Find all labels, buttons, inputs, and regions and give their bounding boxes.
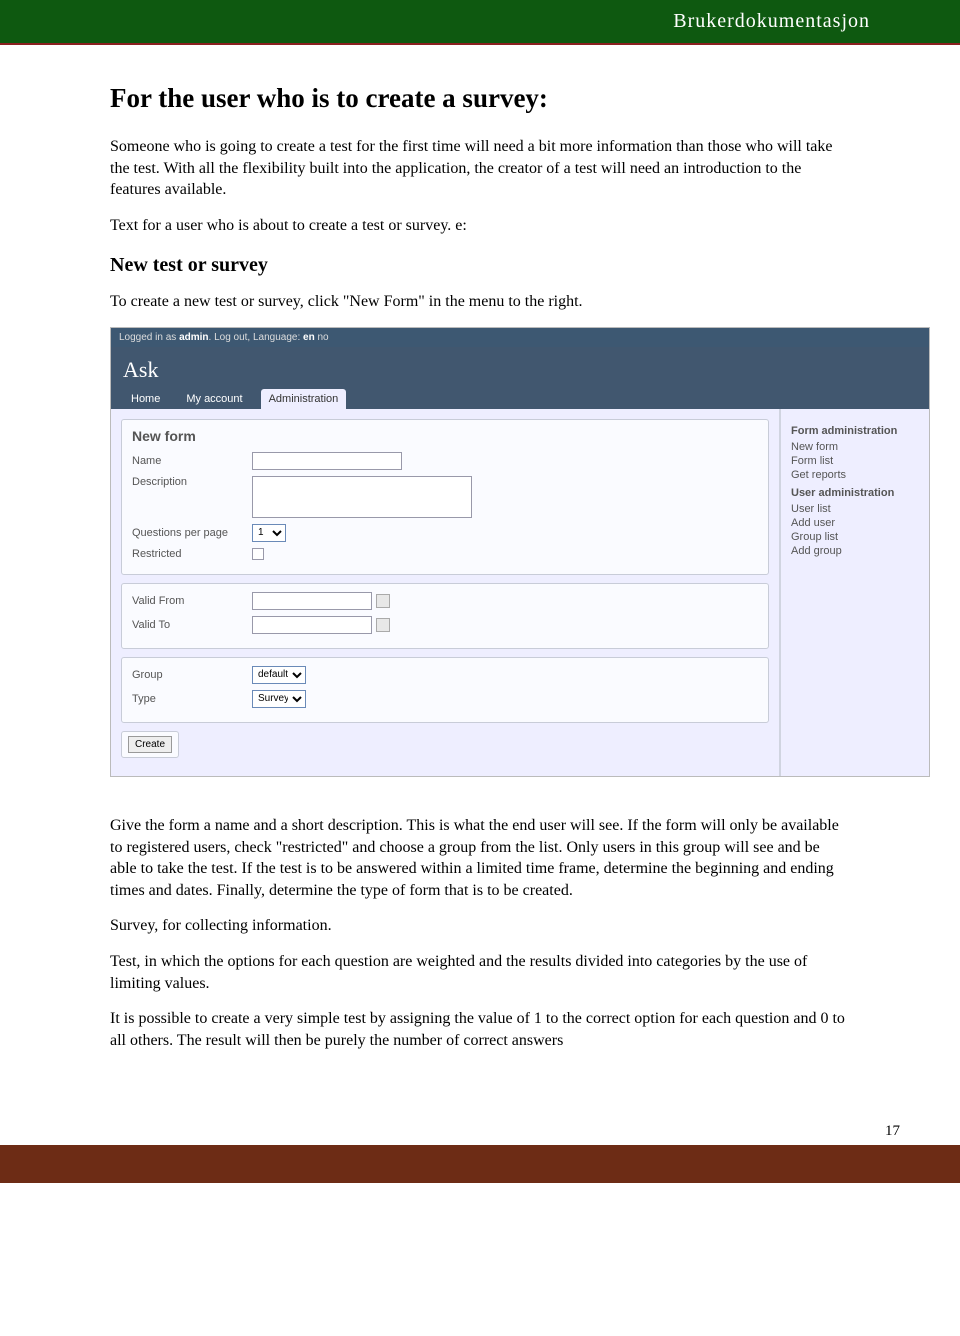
panel-title: New form <box>132 428 758 444</box>
label-type: Type <box>132 693 252 705</box>
paragraph: It is possible to create a very simple t… <box>110 1008 850 1051</box>
input-description[interactable] <box>252 476 472 518</box>
create-button[interactable]: Create <box>128 736 172 753</box>
row-name: Name <box>132 452 758 470</box>
lang-no[interactable]: no <box>315 332 329 343</box>
paragraph: To create a new test or survey, click "N… <box>110 291 850 313</box>
side-link-add-group[interactable]: Add group <box>791 545 919 557</box>
side-link-group-list[interactable]: Group list <box>791 531 919 543</box>
lang-label: Language: <box>250 332 303 343</box>
side-link-user-list[interactable]: User list <box>791 503 919 515</box>
row-description: Description <box>132 476 758 518</box>
nav-home[interactable]: Home <box>123 389 168 409</box>
ss-main: New form Name Description Questions per … <box>111 409 779 776</box>
ss-sidebar: Form administration New form Form list G… <box>779 409 929 776</box>
header-title: Brukerdokumentasjon <box>673 10 870 33</box>
lang-en[interactable]: en <box>303 332 315 343</box>
row-group: Group default <box>132 666 758 684</box>
input-name[interactable] <box>252 452 402 470</box>
label-valid-from: Valid From <box>132 595 252 607</box>
ss-body: New form Name Description Questions per … <box>111 409 929 776</box>
side-link-new-form[interactable]: New form <box>791 441 919 453</box>
label-group: Group <box>132 669 252 681</box>
side-link-add-user[interactable]: Add user <box>791 517 919 529</box>
input-valid-from[interactable] <box>252 592 372 610</box>
label-name: Name <box>132 455 252 467</box>
login-user: admin <box>179 332 208 343</box>
paragraph: Text for a user who is about to create a… <box>110 215 850 237</box>
panel-new-form: New form Name Description Questions per … <box>121 419 769 575</box>
label-description: Description <box>132 476 252 488</box>
label-valid-to: Valid To <box>132 619 252 631</box>
nav-my-account[interactable]: My account <box>178 389 250 409</box>
checkbox-restricted[interactable] <box>252 548 264 560</box>
calendar-icon[interactable] <box>376 594 390 608</box>
select-type[interactable]: Survey <box>252 690 306 708</box>
app-logo: Ask <box>123 357 917 383</box>
paragraph: Someone who is going to create a test fo… <box>110 136 850 201</box>
embedded-screenshot: Logged in as admin. Log out, Language: e… <box>110 327 930 777</box>
document-content: For the user who is to create a survey: … <box>0 45 960 1095</box>
login-status: Logged in as <box>119 332 179 343</box>
row-type: Type Survey <box>132 690 758 708</box>
paragraph: Test, in which the options for each ques… <box>110 951 850 994</box>
side-link-get-reports[interactable]: Get reports <box>791 469 919 481</box>
input-valid-to[interactable] <box>252 616 372 634</box>
paragraph: Survey, for collecting information. <box>110 915 850 937</box>
select-questions[interactable]: 1 <box>252 524 286 542</box>
calendar-icon[interactable] <box>376 618 390 632</box>
side-head-form-admin: Form administration <box>791 425 919 437</box>
ss-header: Ask Home My account Administration <box>111 347 929 409</box>
label-restricted: Restricted <box>132 548 252 560</box>
row-restricted: Restricted <box>132 548 758 560</box>
panel-create: Create <box>121 731 179 758</box>
paragraph: Give the form a name and a short descrip… <box>110 815 850 901</box>
label-questions: Questions per page <box>132 527 252 539</box>
nav-administration[interactable]: Administration <box>261 389 347 409</box>
logout-link[interactable]: . Log out, <box>209 332 251 343</box>
row-questions: Questions per page 1 <box>132 524 758 542</box>
row-valid-from: Valid From <box>132 592 758 610</box>
panel-validity: Valid From Valid To <box>121 583 769 649</box>
section-heading: New test or survey <box>110 254 850 277</box>
footer-bar: 17 <box>0 1145 960 1183</box>
page-heading: For the user who is to create a survey: <box>110 83 850 114</box>
side-link-form-list[interactable]: Form list <box>791 455 919 467</box>
header-bar: Brukerdokumentasjon <box>0 0 960 45</box>
ss-nav: Home My account Administration <box>123 389 917 409</box>
row-valid-to: Valid To <box>132 616 758 634</box>
page-number: 17 <box>885 1123 900 1140</box>
select-group[interactable]: default <box>252 666 306 684</box>
side-head-user-admin: User administration <box>791 487 919 499</box>
ss-topbar: Logged in as admin. Log out, Language: e… <box>111 328 929 347</box>
panel-group-type: Group default Type Survey <box>121 657 769 723</box>
